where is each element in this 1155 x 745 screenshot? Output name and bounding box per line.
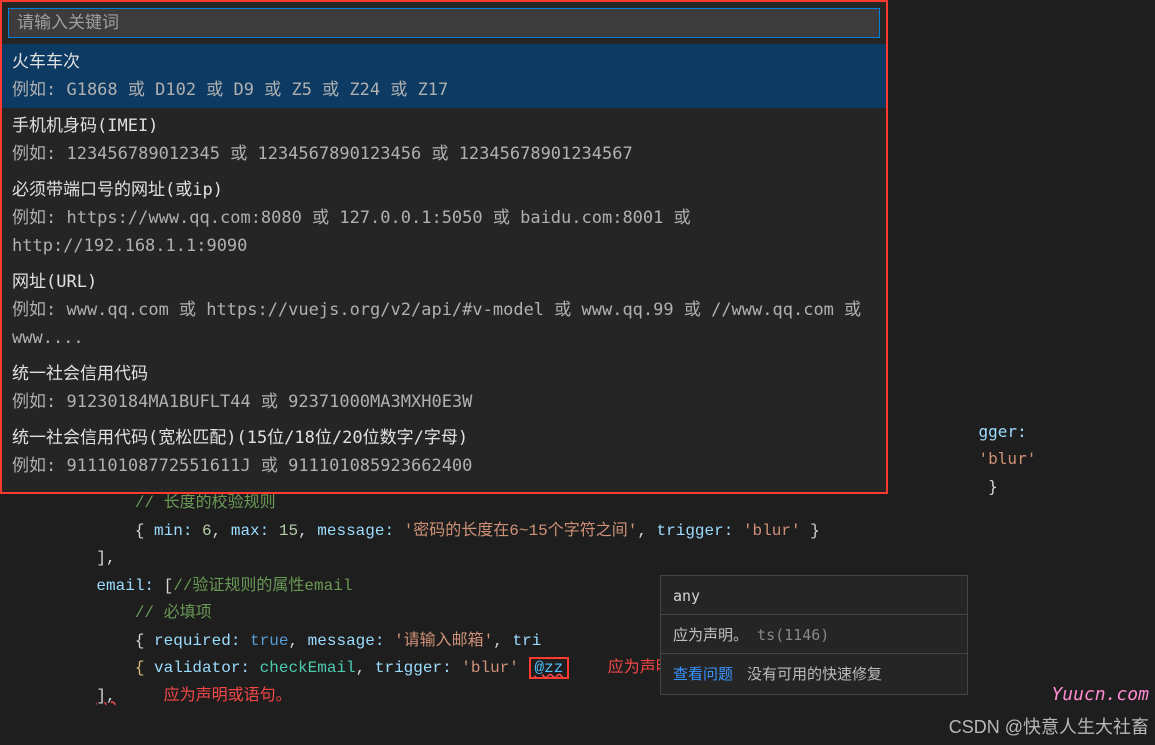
quick-pick-item[interactable]: 统一社会信用代码(宽松匹配)(15位/18位/20位数字/字母)例如: 9111…	[2, 420, 886, 484]
quick-pick-item-title: 火车车次	[12, 48, 876, 76]
quick-pick-item-title: 必须带端口号的网址(或ip)	[12, 176, 876, 204]
quick-pick-item-example: 例如: https://www.qq.com:8080 或 127.0.0.1:…	[12, 204, 876, 260]
prop-email: email:	[96, 577, 154, 595]
quick-pick-item[interactable]: 必须带端口号的网址(或ip)例如: https://www.qq.com:808…	[2, 172, 886, 264]
quick-pick-item[interactable]: 网址(URL)例如: www.qq.com 或 https://vuejs.or…	[2, 264, 886, 356]
quick-pick-item[interactable]: 统一社会信用代码例如: 91230184MA1BUFLT44 或 9237100…	[2, 356, 886, 420]
hover-tooltip: any 应为声明。 ts(1146) 查看问题 没有可用的快速修复	[660, 575, 968, 695]
quick-pick-item[interactable]: 火车车次例如: G1868 或 D102 或 D9 或 Z5 或 Z24 或 Z…	[2, 44, 886, 108]
quick-pick-input[interactable]	[8, 8, 880, 38]
quick-pick-item-example: 例如: G1868 或 D102 或 D9 或 Z5 或 Z24 或 Z17	[12, 76, 876, 104]
quick-pick-item-example: 例如: 91230184MA1BUFLT44 或 92371000MA3MXH0…	[12, 388, 876, 416]
hover-type: any	[661, 576, 967, 615]
quick-pick-panel: 火车车次例如: G1868 或 D102 或 D9 或 Z5 或 Z24 或 Z…	[0, 0, 888, 494]
csdn-watermark: CSDN @快意人生大社畜	[949, 713, 1149, 739]
site-watermark: Yuucn.com	[1051, 684, 1149, 705]
quick-pick-item-title: 手机机身码(IMEI)	[12, 112, 876, 140]
quick-pick-item-example: 例如: www.qq.com 或 https://vuejs.org/v2/ap…	[12, 296, 876, 352]
quick-pick-item-example: 例如: 91110108772551611J 或 911101085923662…	[12, 452, 876, 480]
quick-pick-item-title: 统一社会信用代码	[12, 360, 876, 388]
no-quick-fix-label: 没有可用的快速修复	[747, 660, 882, 688]
error-atzz[interactable]: @zz	[529, 657, 570, 679]
quick-pick-item-title: 统一社会信用代码(宽松匹配)(15位/18位/20位数字/字母)	[12, 424, 876, 452]
hover-message: 应为声明。 ts(1146)	[661, 615, 967, 654]
quick-pick-item-example: 例如: 123456789012345 或 1234567890123456 或…	[12, 140, 876, 168]
quick-pick-list: 火车车次例如: G1868 或 D102 或 D9 或 Z5 或 Z24 或 Z…	[2, 44, 886, 484]
quick-pick-item-title: 网址(URL)	[12, 268, 876, 296]
view-problem-link[interactable]: 查看问题	[673, 660, 733, 688]
error-msg-statement: 应为声明或语句。	[164, 687, 292, 705]
quick-pick-item[interactable]: 手机机身码(IMEI)例如: 123456789012345 或 1234567…	[2, 108, 886, 172]
